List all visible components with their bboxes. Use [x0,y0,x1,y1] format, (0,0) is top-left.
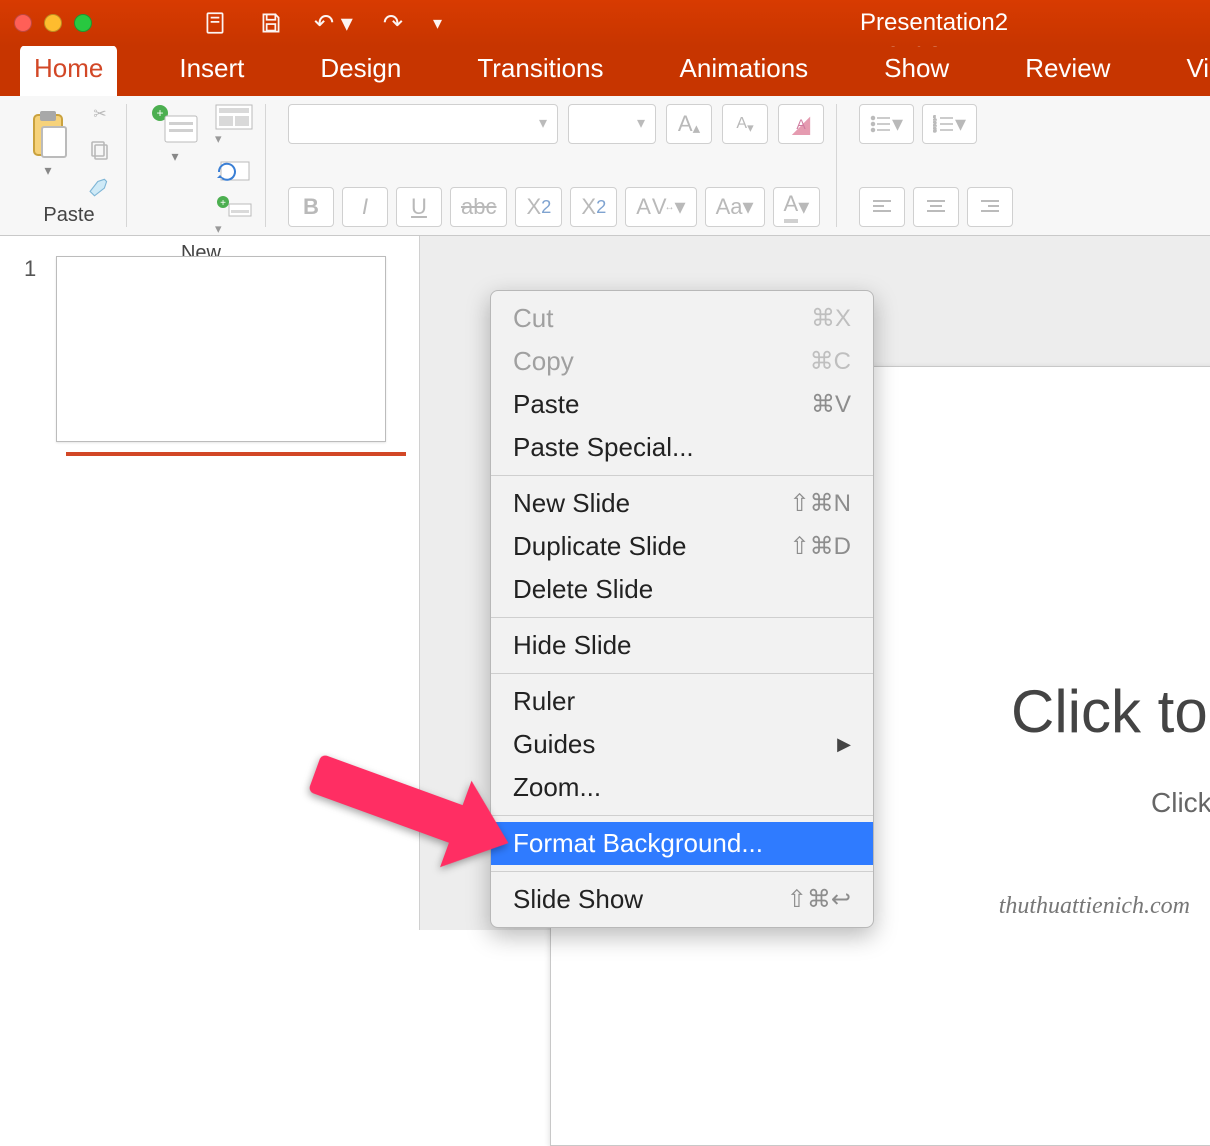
tab-review[interactable]: Review [1011,45,1124,96]
bullets-button[interactable]: ▾ [859,104,914,144]
svg-text:+: + [156,106,163,120]
window-controls [14,14,92,32]
menu-separator [491,673,873,674]
menu-slide-show[interactable]: Slide Show⇧⌘↩ [491,878,873,921]
menu-paste[interactable]: Paste⌘V [491,383,873,426]
titlebar: ↶ ▾ ↷ ▾ Presentation2 [0,0,1210,46]
qat-more-icon[interactable]: ▾ [433,9,442,38]
slide-thumb-1[interactable]: 1 [24,256,395,442]
menu-hide-slide[interactable]: Hide Slide [491,624,873,667]
tab-home[interactable]: Home [20,45,117,96]
context-menu: Cut⌘X Copy⌘C Paste⌘V Paste Special... Ne… [490,290,874,928]
watermark: thuthuattienich.com [999,893,1190,920]
menu-separator [491,815,873,816]
menu-zoom[interactable]: Zoom... [491,766,873,809]
menu-duplicate-slide[interactable]: Duplicate Slide⇧⌘D [491,525,873,568]
italic-button[interactable]: I [342,187,388,227]
svg-text:3: 3 [933,128,937,133]
decrease-font-button[interactable]: A▾ [722,104,768,144]
tab-transitions[interactable]: Transitions [463,45,617,96]
change-case-button[interactable]: Aa ▾ [705,187,765,227]
superscript-button[interactable]: X2 [515,187,562,227]
increase-font-button[interactable]: A▴ [666,104,712,144]
slide-preview[interactable] [56,256,386,442]
bold-button[interactable]: B [288,187,334,227]
font-name-select[interactable] [288,104,558,144]
group-paragraph: ▾ 123 ▾ [847,104,1025,227]
menu-delete-slide[interactable]: Delete Slide [491,568,873,611]
save-icon[interactable] [258,9,284,38]
menu-separator [491,871,873,872]
font-color-button[interactable]: A ▾ [773,187,821,227]
submenu-arrow-icon: ▶ [837,734,851,755]
group-clipboard: ▾ ✂ Paste [12,104,127,227]
thumbnail-panel[interactable]: 1 [0,236,420,930]
clear-formatting-button[interactable]: ◢A [778,104,824,144]
section-icon[interactable]: + ▾ [215,194,253,238]
slide-number: 1 [24,256,36,282]
menu-format-background[interactable]: Format Background... [491,822,873,865]
close-window[interactable] [14,14,32,32]
numbering-button[interactable]: 123 ▾ [922,104,977,144]
char-spacing-button[interactable]: A V↔ ▾ [625,187,696,227]
reset-icon[interactable] [215,158,253,184]
paste-label: Paste [43,204,94,227]
menu-new-slide[interactable]: New Slide⇧⌘N [491,482,873,525]
tab-strip: Home Insert Design Transitions Animation… [0,46,1210,96]
menu-guides[interactable]: Guides▶ [491,723,873,766]
align-right-button[interactable] [967,187,1013,227]
active-slide-indicator [66,452,406,456]
menu-separator [491,475,873,476]
tab-view[interactable]: View [1172,45,1210,96]
group-slides: + ▾ ▾ + ▾ New Slide [137,104,266,227]
redo-icon[interactable]: ↷ [383,9,403,38]
undo-icon[interactable]: ↶ ▾ [314,9,353,38]
zoom-window[interactable] [74,14,92,32]
strike-button[interactable]: abc [450,187,507,227]
underline-button[interactable]: U [396,187,442,227]
font-size-select[interactable] [568,104,656,144]
paste-button[interactable]: ▾ [24,104,72,179]
align-center-button[interactable] [913,187,959,227]
menu-copy: Copy⌘C [491,340,873,383]
ribbon: ▾ ✂ Paste + ▾ ▾ + ▾ New Slide [0,96,1210,236]
presentation-title: Presentation2 [860,9,1008,37]
quick-access-toolbar: ↶ ▾ ↷ ▾ [202,9,442,38]
group-font: A▴ A▾ ◢A B I U abc X2 X2 A V↔ ▾ Aa ▾ A ▾ [276,104,837,227]
file-icon[interactable] [202,9,228,38]
svg-text:+: + [220,198,226,209]
menu-separator [491,617,873,618]
copy-icon[interactable] [88,138,112,162]
menu-ruler[interactable]: Ruler [491,680,873,723]
tab-animations[interactable]: Animations [666,45,823,96]
cut-icon[interactable]: ✂ [93,104,106,124]
menu-paste-special[interactable]: Paste Special... [491,426,873,469]
format-painter-icon[interactable] [86,176,114,198]
title-placeholder[interactable]: Click to a [1011,677,1210,746]
tab-insert[interactable]: Insert [165,45,258,96]
subscript-button[interactable]: X2 [570,187,617,227]
new-slide-button[interactable]: + ▾ [149,104,201,165]
menu-cut: Cut⌘X [491,297,873,340]
subtitle-placeholder[interactable]: Click to add s [1151,787,1210,819]
align-left-button[interactable] [859,187,905,227]
layout-icon[interactable]: ▾ [215,104,253,148]
tab-design[interactable]: Design [306,45,415,96]
minimize-window[interactable] [44,14,62,32]
